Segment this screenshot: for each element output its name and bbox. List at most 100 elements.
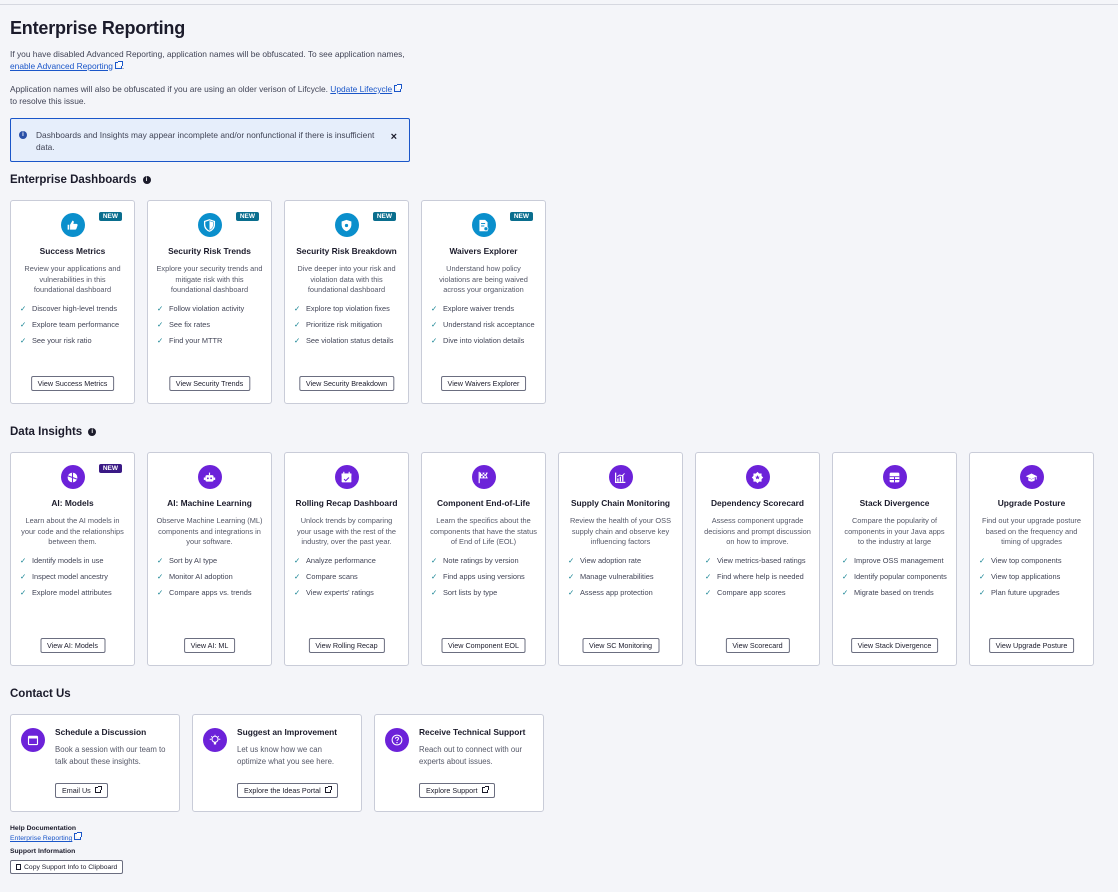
card-feature-item: View top applications [978, 572, 1085, 582]
intro-text-2: Application names will also be obfuscate… [10, 84, 328, 94]
card-feature-item: Manage vulnerabilities [567, 572, 674, 582]
card-title: Stack Divergence [859, 498, 930, 508]
new-badge: NEW [98, 212, 122, 221]
card-waivers-explorer: NEW Waivers Explorer Understand how policy… [421, 200, 546, 404]
lightbulb-icon [203, 728, 227, 752]
new-badge: NEW [509, 212, 533, 221]
view-dashboard-button[interactable]: View Scorecard [725, 638, 790, 653]
robot-icon [197, 465, 222, 489]
help-documentation-heading: Help Documentation [10, 825, 77, 832]
view-dashboard-button[interactable]: View SC Monitoring [582, 638, 659, 653]
copy-support-info-button[interactable]: Copy Support Info to Clipboard [10, 860, 124, 874]
calendar-icon [21, 728, 45, 752]
card-title: Waivers Explorer [449, 246, 518, 256]
card-feature-item: View metrics-based ratings [704, 556, 811, 566]
intro-text-1: If you have disabled Advanced Reporting,… [10, 49, 405, 59]
external-link-icon [481, 786, 489, 793]
contact-action-button[interactable]: Explore the Ideas Portal [237, 783, 338, 798]
card-title: Supply Chain Monitoring [570, 498, 671, 508]
card-description: Unlock trends by comparing your usage wi… [296, 516, 396, 546]
contact-action-button[interactable]: Email Us [55, 783, 108, 798]
card-feature-item: Identify models in use [19, 556, 126, 566]
view-dashboard-button[interactable]: View Waivers Explorer [440, 376, 527, 391]
external-link-icon [114, 60, 123, 69]
card-feature-list: Analyze performance Compare scans View exp… [293, 556, 400, 598]
card-feature-item: See fix rates [156, 320, 263, 330]
data-insights-heading: Data Insights i [10, 426, 1110, 438]
card-stack-divergence: Stack Divergence Compare the popularity o… [832, 452, 957, 666]
contact-action-button[interactable]: Explore Support [419, 783, 495, 798]
card-feature-item: View top components [978, 556, 1085, 566]
contact-card-description: Let us know how we can optimize what you… [237, 745, 335, 766]
card-feature-item: Follow violation activity [156, 304, 263, 314]
view-dashboard-button[interactable]: View Stack Divergence [850, 638, 939, 653]
card-feature-list: Note ratings by version Find apps using v… [430, 556, 537, 598]
view-dashboard-button[interactable]: View Component EOL [441, 638, 526, 653]
card-feature-item: Understand risk acceptance [430, 320, 537, 330]
contact-card-title: Suggest an Improvement [237, 727, 338, 737]
view-dashboard-button[interactable]: View Upgrade Posture [988, 638, 1075, 653]
card-feature-item: Monitor AI adoption [156, 572, 263, 582]
update-lifecycle-link[interactable]: Update Lifecycle [330, 84, 392, 94]
card-description: Learn about the AI models in your code a… [21, 516, 124, 546]
enterprise-reporting-doc-link[interactable]: Enterprise Reporting [10, 835, 72, 842]
document-check-icon [471, 213, 496, 237]
card-feature-list: Follow violation activity See fix rates Fi… [156, 304, 263, 346]
card-feature-item: Explore top violation fixes [293, 304, 400, 314]
card-title: Upgrade Posture [997, 498, 1066, 508]
info-icon[interactable]: i [142, 176, 151, 184]
card-feature-item: Find your MTTR [156, 336, 263, 346]
external-link-icon [74, 832, 83, 840]
enterprise-dashboards-cards: NEW Success Metrics Review your applicatio… [10, 200, 1110, 404]
top-divider [0, 4, 1118, 5]
shield-half-icon [197, 213, 222, 237]
contact-card-schedule-a-discussion: Schedule a Discussion Book a session with… [10, 714, 180, 812]
card-dependency-scorecard: Dependency Scorecard Assess component upg… [695, 452, 820, 666]
copy-icon [16, 864, 21, 870]
flag-checkered-icon [471, 465, 496, 489]
view-dashboard-button[interactable]: View AI: Models [39, 638, 106, 653]
view-dashboard-button[interactable]: View Security Trends [168, 376, 251, 391]
card-feature-item: Explore team performance [19, 320, 126, 330]
intro-section: If you have disabled Advanced Reporting,… [10, 49, 1110, 107]
card-component-end-of-life: Component End-of-Life Learn the specifics… [421, 452, 546, 666]
card-feature-list: View top components View top applications… [978, 556, 1085, 598]
card-feature-item: View experts' ratings [293, 588, 400, 598]
external-link-icon [394, 84, 403, 92]
view-dashboard-button[interactable]: View Success Metrics [30, 376, 115, 391]
card-feature-item: Analyze performance [293, 556, 400, 566]
card-feature-item: Dive into violation details [430, 336, 537, 346]
question-circle-icon [385, 728, 409, 752]
view-dashboard-button[interactable]: View Security Breakdown [298, 376, 395, 391]
card-description: Understand how policy violations are bei… [439, 264, 528, 294]
card-feature-item: Sort lists by type [430, 588, 537, 598]
card-supply-chain-monitoring: Supply Chain Monitoring Review the health… [558, 452, 683, 666]
close-icon[interactable]: × [391, 131, 397, 143]
external-link-icon [94, 786, 102, 793]
contact-card-suggest-an-improvement: Suggest an Improvement Let us know how we… [192, 714, 362, 812]
card-description: Explore your security trends and mitigat… [156, 264, 263, 294]
card-description: Find out your upgrade posture based on t… [981, 516, 1082, 546]
calendar-check-icon [334, 465, 359, 489]
card-title: AI: Machine Learning [167, 498, 252, 508]
view-dashboard-button[interactable]: View AI: ML [183, 638, 236, 653]
info-icon[interactable]: i [88, 428, 97, 436]
card-title: Security Risk Breakdown [296, 246, 397, 256]
new-badge: NEW [235, 212, 259, 221]
card-feature-item: Plan future upgrades [978, 588, 1085, 598]
card-description: Learn the specifics about the components… [430, 516, 537, 546]
card-feature-item: See violation status details [293, 336, 400, 346]
card-feature-item: Compare apps vs. trends [156, 588, 263, 598]
external-link-icon [324, 786, 332, 793]
card-feature-item: See your risk ratio [19, 336, 126, 346]
enable-advanced-reporting-link[interactable]: enable Advanced Reporting [10, 61, 113, 71]
card-feature-list: View metrics-based ratings Find where hel… [704, 556, 811, 598]
card-title: Dependency Scorecard [710, 498, 805, 508]
card-description: Assess component upgrade decisions and p… [704, 516, 811, 546]
alert-text: Dashboards and Insights may appear incom… [36, 130, 375, 152]
card-feature-item: Prioritize risk mitigation [293, 320, 400, 330]
view-dashboard-button[interactable]: View Rolling Recap [308, 638, 385, 653]
insufficient-data-alert: i Dashboards and Insights may appear inc… [10, 118, 410, 162]
card-feature-item: Explore model attributes [19, 588, 126, 598]
info-icon: i [19, 131, 27, 139]
